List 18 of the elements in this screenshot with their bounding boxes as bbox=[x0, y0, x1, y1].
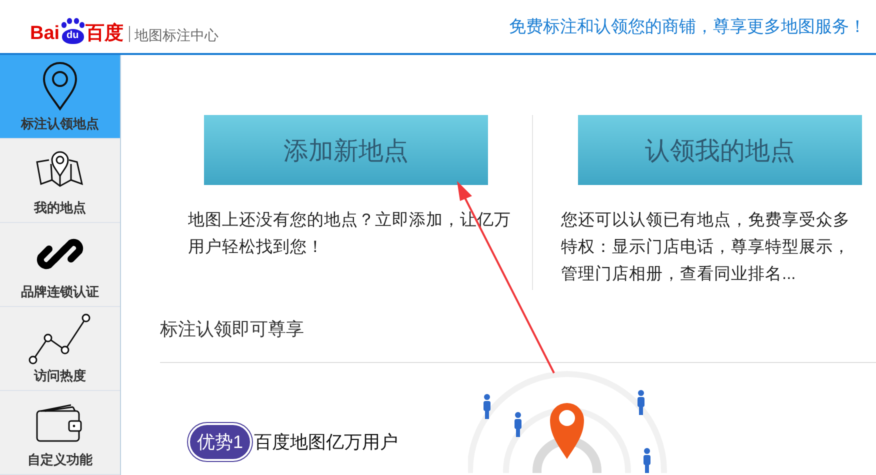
logo-text: 百度 bbox=[86, 24, 124, 44]
sidebar-item[interactable]: 品牌连锁认证 bbox=[0, 223, 120, 307]
advantage-badge: 优势1 bbox=[190, 425, 250, 459]
sidebar-item[interactable]: 我的地点 bbox=[0, 139, 120, 223]
header-tagline: 免费标注和认领您的商铺，尊享更多地图服务！ bbox=[509, 16, 866, 38]
action-description: 您还可以认领已有地点，免费享受众多特权：显示门店电话，尊享特型展示，管理门店相册，查看同业排名... bbox=[561, 210, 851, 285]
section-title: 地图标注中心 bbox=[134, 26, 219, 44]
location-pin-icon bbox=[42, 60, 78, 110]
logo-text: Bai bbox=[30, 24, 60, 44]
logo-text: du bbox=[62, 28, 84, 44]
map-pin-icon bbox=[35, 150, 85, 190]
sidebar-item[interactable]: 标注认领地点 bbox=[0, 55, 120, 139]
paw-icon bbox=[60, 18, 85, 28]
sidebar-item[interactable]: 访问热度 bbox=[0, 307, 120, 391]
action-description: 地图上还没有您的地点？立即添加，让亿万用户轻松找到您！ bbox=[188, 210, 512, 258]
sidebar-item[interactable]: 自定义功能 bbox=[0, 391, 120, 475]
section-heading: 标注认领即可尊享 bbox=[160, 318, 305, 340]
advantage-text: 百度地图亿万用户 bbox=[254, 431, 398, 454]
